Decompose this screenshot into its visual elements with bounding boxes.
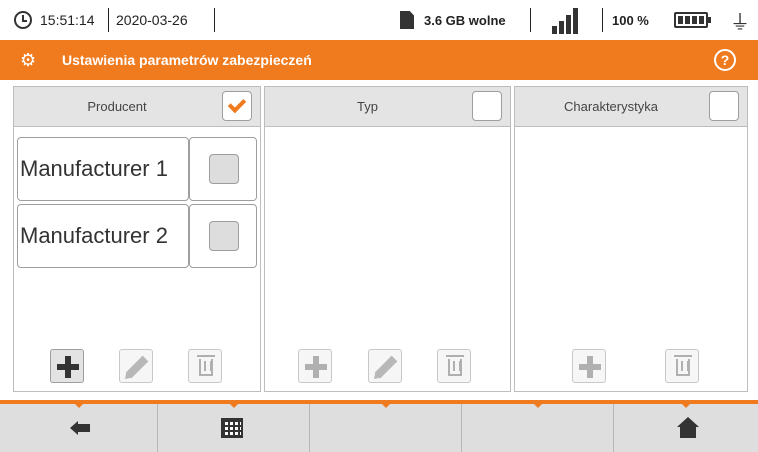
bottom-nav xyxy=(0,400,758,452)
back-button[interactable] xyxy=(0,403,158,452)
clock-icon xyxy=(14,0,32,40)
manufacturer-name[interactable]: Manufacturer 1 xyxy=(17,137,189,201)
producer-select-all-checkbox[interactable] xyxy=(222,91,252,121)
pencil-icon xyxy=(125,355,149,379)
status-time: 15:51:14 xyxy=(40,12,95,28)
battery-icon xyxy=(674,0,711,40)
type-panel-title: Typ xyxy=(357,99,378,114)
characteristic-panel-title: Charakterystyka xyxy=(564,99,658,114)
trash-icon xyxy=(197,355,215,376)
delete-characteristic-button[interactable] xyxy=(665,349,699,383)
battery-percent: 100 % xyxy=(612,12,649,28)
add-producer-button[interactable] xyxy=(50,349,84,383)
trash-icon xyxy=(446,355,464,376)
table-button[interactable] xyxy=(158,403,310,452)
manufacturer-checkbox[interactable] xyxy=(209,154,239,184)
page-title: Ustawienia parametrów zabezpieczeń xyxy=(62,52,312,68)
plus-icon xyxy=(305,356,327,378)
help-icon[interactable]: ? xyxy=(714,49,736,71)
divider xyxy=(108,8,109,32)
edit-type-button[interactable] xyxy=(368,349,402,383)
plug-icon: ⏚ xyxy=(730,11,750,34)
manufacturer-checkbox[interactable] xyxy=(209,221,239,251)
manufacturer-name[interactable]: Manufacturer 2 xyxy=(17,204,189,268)
table-icon xyxy=(221,418,243,438)
storage-free: 3.6 GB wolne xyxy=(424,12,506,28)
plus-icon xyxy=(579,356,601,378)
add-type-button[interactable] xyxy=(298,349,332,383)
divider xyxy=(602,8,603,32)
check-icon xyxy=(227,94,247,114)
title-bar: ⚙ Ustawienia parametrów zabezpieczeń ? xyxy=(0,40,758,80)
signal-icon xyxy=(552,0,578,40)
type-select-all-checkbox[interactable] xyxy=(472,91,502,121)
home-button[interactable] xyxy=(614,403,758,452)
gear-icon: ⚙ xyxy=(20,50,37,70)
plus-icon xyxy=(57,356,79,378)
status-date: 2020-03-26 xyxy=(116,12,188,28)
producer-panel-title: Producent xyxy=(87,99,147,114)
type-panel: Typ xyxy=(264,86,511,392)
characteristic-select-all-checkbox[interactable] xyxy=(709,91,739,121)
divider xyxy=(530,8,531,32)
characteristic-panel: Charakterystyka xyxy=(514,86,748,392)
edit-producer-button[interactable] xyxy=(119,349,153,383)
characteristic-panel-header: Charakterystyka xyxy=(515,87,747,127)
producer-panel: Producent Manufacturer 1 Manufacturer 2 xyxy=(13,86,261,392)
list-item[interactable]: Manufacturer 1 xyxy=(17,137,259,201)
delete-type-button[interactable] xyxy=(437,349,471,383)
manufacturer-checkbox-cell[interactable] xyxy=(189,137,257,201)
nav-button-empty-1[interactable] xyxy=(310,403,462,452)
status-bar: 15:51:14 2020-03-26 3.6 GB wolne 100 % ⏚ xyxy=(0,0,758,40)
add-characteristic-button[interactable] xyxy=(572,349,606,383)
sd-card-icon xyxy=(400,0,414,40)
manufacturer-checkbox-cell[interactable] xyxy=(189,204,257,268)
pencil-icon xyxy=(374,355,398,379)
home-icon xyxy=(677,417,699,439)
type-panel-header: Typ xyxy=(265,87,510,127)
nav-button-empty-2[interactable] xyxy=(462,403,614,452)
divider xyxy=(214,8,215,32)
back-icon xyxy=(70,421,90,435)
producer-panel-header: Producent xyxy=(14,87,260,127)
trash-icon xyxy=(674,355,692,376)
delete-producer-button[interactable] xyxy=(188,349,222,383)
list-item[interactable]: Manufacturer 2 xyxy=(17,204,259,268)
